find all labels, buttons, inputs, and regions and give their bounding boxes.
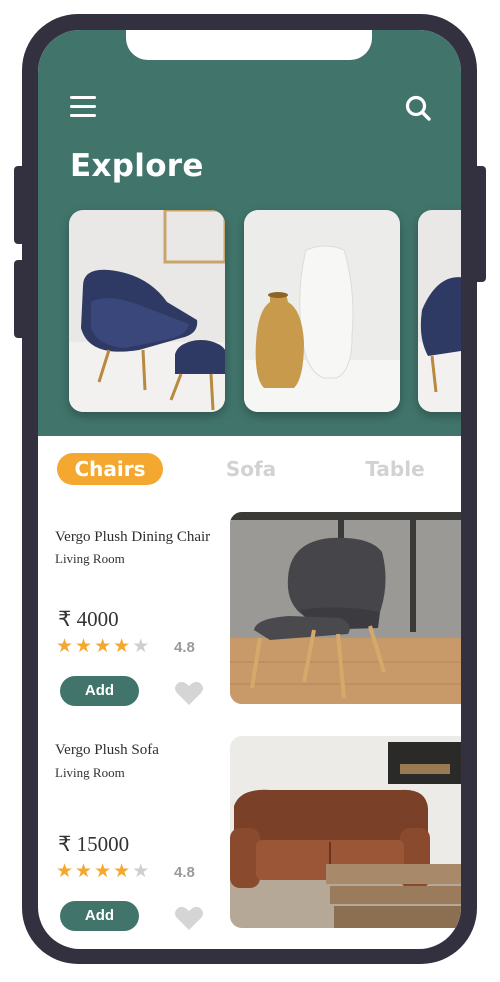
product-price-value: 4000: [76, 607, 119, 631]
vases-image: [244, 210, 400, 412]
rupee-icon: ₹: [58, 832, 72, 856]
star-filled-icon: ★: [75, 636, 95, 657]
heart-icon[interactable]: [174, 905, 204, 931]
add-button[interactable]: Add: [60, 901, 139, 931]
product-name: Vergo Plush Sofa: [55, 742, 159, 758]
explore-header: Explore: [38, 30, 461, 436]
star-empty-icon: ★: [132, 636, 152, 657]
rating-value: 4.8: [174, 639, 195, 656]
star-filled-icon: ★: [56, 861, 76, 882]
sofa-photo: [230, 736, 461, 928]
rating-value: 4.8: [174, 864, 195, 881]
star-empty-icon: ★: [132, 861, 152, 882]
star-filled-icon: ★: [94, 861, 114, 882]
star-filled-icon: ★: [94, 636, 114, 657]
dining-chair-photo: [230, 512, 461, 704]
heart-icon[interactable]: [174, 680, 204, 706]
search-icon[interactable]: [404, 94, 432, 122]
carousel-card-vases[interactable]: [244, 210, 400, 412]
product-category: Living Room: [55, 765, 125, 780]
lounge-chair-image: [69, 210, 225, 412]
carousel-card-lounge-chair-partial[interactable]: [418, 210, 461, 412]
product-price-value: 15000: [76, 832, 130, 856]
product-price: ₹ 4000: [58, 607, 119, 632]
tab-table[interactable]: Table: [360, 453, 430, 485]
product-category: Living Room: [55, 551, 125, 566]
product-name: Vergo Plush Dining Chair: [55, 529, 211, 545]
star-filled-icon: ★: [56, 636, 76, 657]
tab-chairs[interactable]: Chairs: [57, 453, 163, 485]
star-rating: ★★★★★: [56, 860, 151, 883]
star-filled-icon: ★: [113, 636, 133, 657]
add-button[interactable]: Add: [60, 676, 139, 706]
star-filled-icon: ★: [75, 861, 95, 882]
star-rating: ★★★★★: [56, 635, 151, 658]
hamburger-menu-icon[interactable]: [70, 96, 96, 118]
tab-sofa[interactable]: Sofa: [221, 453, 281, 485]
rupee-icon: ₹: [58, 607, 72, 631]
phone-frame: Explore Chairs Sofa Table Vergo Plush Di…: [22, 14, 477, 964]
app-screen: Explore Chairs Sofa Table Vergo Plush Di…: [38, 30, 461, 949]
star-filled-icon: ★: [113, 861, 133, 882]
lounge-chair-image: [418, 210, 461, 412]
page-title: Explore: [70, 148, 204, 184]
product-price: ₹ 15000: [58, 832, 129, 857]
carousel-card-lounge-chair[interactable]: [69, 210, 225, 412]
phone-notch: [126, 30, 372, 60]
